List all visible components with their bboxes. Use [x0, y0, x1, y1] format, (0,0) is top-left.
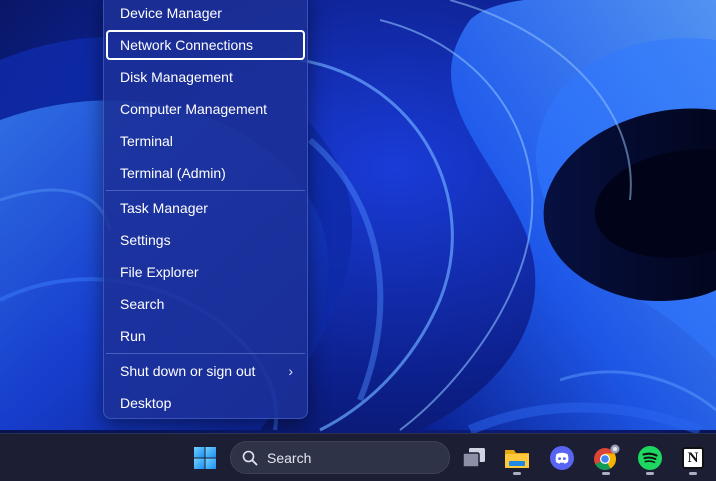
- menu-item-label: Shut down or sign out: [120, 363, 256, 379]
- menu-item-settings[interactable]: Settings: [106, 225, 305, 255]
- menu-item-shut-down-or-sign-out[interactable]: Shut down or sign out ›: [106, 356, 305, 386]
- file-explorer-icon: [505, 450, 529, 468]
- menu-item-terminal-admin[interactable]: Terminal (Admin): [106, 158, 305, 188]
- menu-item-label: Network Connections: [120, 37, 254, 53]
- menu-item-search[interactable]: Search: [106, 289, 305, 319]
- running-indicator: [689, 472, 697, 475]
- menu-item-label: Terminal (Admin): [120, 165, 226, 181]
- menu-item-label: Computer Management: [120, 101, 268, 117]
- menu-item-label: File Explorer: [120, 264, 199, 280]
- menu-item-label: Run: [120, 328, 146, 344]
- menu-item-run[interactable]: Run: [106, 321, 305, 351]
- desktop: Device Manager Network Connections Disk …: [0, 0, 716, 481]
- chrome-icon: [594, 444, 620, 470]
- notion-icon-glyph: N: [687, 449, 699, 466]
- notion-icon: N: [682, 447, 704, 469]
- menu-separator: [106, 190, 305, 191]
- menu-item-label: Disk Management: [120, 69, 233, 85]
- start-button[interactable]: [187, 440, 223, 476]
- search-placeholder: Search: [267, 450, 312, 466]
- spotify-icon: [638, 446, 662, 470]
- menu-item-disk-management[interactable]: Disk Management: [106, 62, 305, 92]
- menu-item-computer-management[interactable]: Computer Management: [106, 94, 305, 124]
- menu-item-label: Search: [120, 296, 165, 312]
- discord-button[interactable]: [544, 440, 580, 476]
- task-view-icon: [462, 448, 485, 468]
- running-indicator: [602, 472, 610, 475]
- power-user-menu: Device Manager Network Connections Disk …: [103, 0, 308, 419]
- menu-item-terminal[interactable]: Terminal: [106, 126, 305, 156]
- menu-separator: [106, 353, 305, 354]
- menu-item-task-manager[interactable]: Task Manager: [106, 193, 305, 223]
- running-indicator: [646, 472, 654, 475]
- task-view-button[interactable]: [456, 440, 492, 476]
- file-explorer-button[interactable]: [499, 440, 535, 476]
- taskbar-search-box[interactable]: Search: [230, 441, 450, 474]
- spotify-button[interactable]: [632, 440, 668, 476]
- taskbar: Search N: [0, 433, 716, 481]
- menu-item-label: Device Manager: [120, 5, 222, 21]
- menu-item-desktop[interactable]: Desktop: [106, 388, 305, 418]
- menu-item-label: Terminal: [120, 133, 173, 149]
- menu-item-file-explorer[interactable]: File Explorer: [106, 257, 305, 287]
- notion-button[interactable]: N: [675, 440, 711, 476]
- menu-item-label: Task Manager: [120, 200, 208, 216]
- chevron-right-icon: ›: [288, 363, 293, 379]
- menu-item-device-manager[interactable]: Device Manager: [106, 0, 305, 28]
- search-icon: [242, 450, 258, 466]
- menu-item-label: Settings: [120, 232, 171, 248]
- chrome-button[interactable]: [588, 440, 624, 476]
- running-indicator: [513, 472, 521, 475]
- menu-item-network-connections[interactable]: Network Connections: [106, 30, 305, 60]
- discord-icon: [550, 446, 574, 470]
- windows-start-icon: [194, 447, 216, 469]
- menu-item-label: Desktop: [120, 395, 172, 411]
